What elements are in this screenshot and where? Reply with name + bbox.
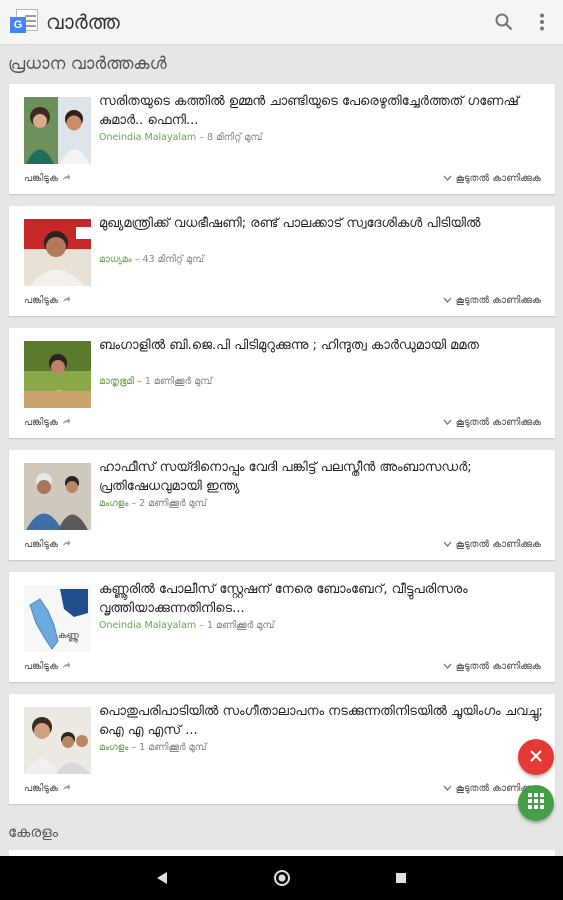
share-label: പങ്കിടുക (24, 539, 58, 550)
show-more-label: കൂടുതൽ കാണിക്കുക (455, 295, 541, 306)
show-more-button[interactable]: കൂടുതൽ കാണിക്കുക (443, 417, 541, 428)
recents-square-icon[interactable] (391, 868, 411, 888)
meta-separator: – (137, 376, 145, 387)
share-arrow-icon (62, 417, 71, 428)
share-label: പങ്കിടുക (24, 295, 58, 306)
share-button[interactable]: പങ്കിടുക (24, 661, 71, 672)
meta-separator: – (131, 498, 140, 509)
story-thumbnail[interactable] (24, 219, 91, 286)
chevron-down-icon (443, 783, 452, 794)
story-meta: മംഗളം – 2 മണിക്കൂർ മുമ്പ് (99, 498, 207, 509)
share-arrow-icon (62, 783, 71, 794)
share-button[interactable]: പങ്കിടുക (24, 539, 71, 550)
story-card[interactable]: മുഖ്യമന്ത്രിക്ക് വധഭീഷണി; രണ്ട് പാലക്കാട… (9, 206, 555, 316)
close-fab-button[interactable] (518, 739, 554, 775)
share-arrow-icon (62, 173, 71, 184)
share-label: പങ്കിടുക (24, 661, 58, 672)
story-card[interactable]: ഹാഫീസ് സയ്ദിനൊപ്പം വേദി പങ്കിട്ട് പലസ്തീ… (9, 450, 555, 560)
share-arrow-icon (62, 295, 71, 306)
show-more-button[interactable]: കൂടുതൽ കാണിക്കുക (443, 661, 541, 672)
story-time: 1 മണിക്കൂർ മുമ്പ് (206, 620, 275, 631)
more-vert-icon[interactable] (525, 5, 559, 39)
chevron-down-icon (443, 173, 452, 184)
story-headline[interactable]: മുഖ്യമന്ത്രിക്ക് വധഭീഷണി; രണ്ട് പാലക്കാട… (99, 214, 544, 233)
section-header-top-stories: പ്രധാന വാർത്തകൾ (8, 54, 167, 74)
chevron-down-icon (443, 661, 452, 672)
story-meta: മാധ്യമം – 43 മിനിറ്റ് മുമ്പ് (99, 254, 204, 265)
story-card[interactable]: ബംഗാളിൽ ബി.ജെ.പി പിടിമുറുക്കുന്നു ; ഹിന്… (9, 328, 555, 438)
home-circle-icon[interactable] (272, 868, 292, 888)
chevron-down-icon (443, 539, 452, 550)
story-headline[interactable]: സരിതയുടെ കത്തിൽ ഉമ്മൻ ചാണ്ടിയുടെ പേരെഴുത… (99, 92, 544, 130)
share-label: പങ്കിടുക (24, 173, 58, 184)
story-thumbnail[interactable] (24, 341, 91, 408)
meta-separator: – (199, 132, 207, 143)
story-time: 8 മിനിറ്റ് മുമ്പ് (206, 132, 263, 143)
story-headline[interactable]: ബംഗാളിൽ ബി.ജെ.പി പിടിമുറുക്കുന്നു ; ഹിന്… (99, 336, 544, 355)
close-icon (529, 748, 543, 767)
story-list: സരിതയുടെ കത്തിൽ ഉമ്മൻ ചാണ്ടിയുടെ പേരെഴുത… (9, 84, 555, 816)
story-source[interactable]: മംഗളം (99, 498, 128, 509)
story-thumbnail[interactable] (24, 97, 91, 164)
share-button[interactable]: പങ്കിടുക (24, 417, 71, 428)
share-button[interactable]: പങ്കിടുക (24, 295, 71, 306)
story-time: 43 മിനിറ്റ് മുമ്പ് (142, 254, 204, 265)
share-button[interactable]: പങ്കിടുക (24, 783, 71, 794)
show-more-label: കൂടുതൽ കാണിക്കുക (455, 661, 541, 672)
story-meta: Oneindia Malayalam – 8 മിനിറ്റ് മുമ്പ് (99, 132, 262, 143)
show-more-label: കൂടുതൽ കാണിക്കുക (455, 539, 541, 550)
show-more-label: കൂടുതൽ കാണിക്കുക (455, 417, 541, 428)
story-headline[interactable]: കണ്ണൂരിൽ പോലീസ് സ്റ്റേഷന് നേരെ ബോംബേറ്, … (99, 580, 544, 618)
apps-fab-button[interactable] (518, 785, 554, 821)
story-thumbnail[interactable] (24, 463, 91, 530)
app-bar: G വാർത്ത (0, 0, 563, 45)
story-source[interactable]: Oneindia Malayalam (99, 132, 196, 143)
chevron-down-icon (443, 295, 452, 306)
story-meta: മംഗളം – 1 മണിക്കൂർ മുമ്പ് (99, 742, 207, 753)
system-navigation-bar (0, 856, 563, 900)
story-time: 1 മണിക്കൂർ മുമ്പ് (139, 742, 207, 753)
story-meta: മാതൃഭൂമി – 1 മണിക്കൂർ മുമ്പ് (99, 376, 212, 387)
story-card[interactable]: പൊതുപരിപാടിയിൽ സംഗീതാലാപനം നടക്കുന്നതിനി… (9, 694, 555, 804)
show-more-label: കൂടുതൽ കാണിക്കുക (455, 173, 541, 184)
story-thumbnail[interactable]: കണ്ണൂ (24, 585, 91, 652)
story-card[interactable]: സരിതയുടെ കത്തിൽ ഉമ്മൻ ചാണ്ടിയുടെ പേരെഴുത… (9, 84, 555, 194)
apps-grid-icon (527, 792, 545, 814)
logo-g-letter: G (10, 17, 26, 33)
show-more-button[interactable]: കൂടുതൽ കാണിക്കുക (443, 173, 541, 184)
back-triangle-icon[interactable] (152, 868, 172, 888)
search-icon[interactable] (487, 5, 521, 39)
app-title: വാർത്ത (46, 10, 120, 34)
share-label: പങ്കിടുക (24, 417, 58, 428)
story-time: 1 മണിക്കൂർ മുമ്പ് (144, 376, 213, 387)
section-header-kerala: കേരളം (8, 823, 59, 841)
story-source[interactable]: മാതൃഭൂമി (99, 376, 134, 387)
story-time: 2 മണിക്കൂർ മുമ്പ് (139, 498, 207, 509)
story-source[interactable]: മാധ്യമം (99, 254, 132, 265)
meta-separator: – (199, 620, 207, 631)
thumbnail-map-label: കണ്ണൂ (58, 631, 79, 641)
chevron-down-icon (443, 417, 452, 428)
show-more-button[interactable]: കൂടുതൽ കാണിക്കുക (443, 539, 541, 550)
google-news-logo: G (10, 9, 40, 35)
share-label: പങ്കിടുക (24, 783, 58, 794)
story-card[interactable]: കണ്ണൂ കണ്ണൂരിൽ പോലീസ് സ്റ്റേഷന് നേരെ ബോം… (9, 572, 555, 682)
show-more-button[interactable]: കൂടുതൽ കാണിക്കുക (443, 295, 541, 306)
story-meta: Oneindia Malayalam – 1 മണിക്കൂർ മുമ്പ് (99, 620, 274, 631)
story-headline[interactable]: പൊതുപരിപാടിയിൽ സംഗീതാലാപനം നടക്കുന്നതിനി… (99, 702, 544, 740)
share-arrow-icon (62, 539, 71, 550)
story-headline[interactable]: ഹാഫീസ് സയ്ദിനൊപ്പം വേദി പങ്കിട്ട് പലസ്തീ… (99, 458, 544, 496)
story-source[interactable]: Oneindia Malayalam (99, 620, 196, 631)
meta-separator: – (131, 742, 140, 753)
share-arrow-icon (62, 661, 71, 672)
meta-separator: – (134, 254, 143, 265)
share-button[interactable]: പങ്കിടുക (24, 173, 71, 184)
story-thumbnail[interactable] (24, 707, 91, 774)
story-source[interactable]: മംഗളം (99, 742, 128, 753)
